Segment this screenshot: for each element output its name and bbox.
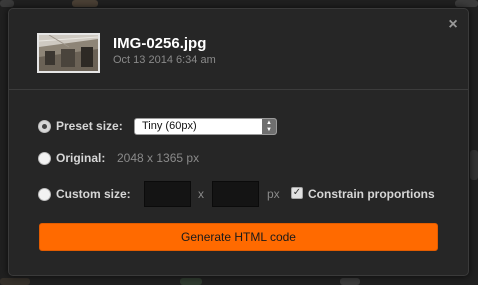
custom-size-label: Custom size: (56, 187, 131, 201)
background-thumbnail (340, 278, 360, 285)
file-name: IMG-0256.jpg (113, 35, 207, 52)
file-date: Oct 13 2014 6:34 am (113, 54, 216, 66)
dimension-separator: x (198, 187, 204, 201)
custom-width-input[interactable] (144, 181, 191, 207)
preset-size-value: Tiny (60px) (142, 120, 197, 132)
constrain-proportions-checkbox[interactable]: ✓ (291, 187, 303, 199)
background-thumbnail (0, 0, 14, 7)
background-thumbnail (180, 278, 202, 285)
background-thumbnail (470, 150, 478, 180)
preset-size-select[interactable]: Tiny (60px) ▲ ▼ (134, 118, 277, 135)
custom-height-input[interactable] (212, 181, 259, 207)
custom-size-radio[interactable] (38, 188, 51, 201)
header-divider (9, 89, 468, 90)
original-size-label: Original: (56, 151, 106, 165)
unit-label: px (267, 187, 280, 201)
photo-thumbnail-image (39, 35, 98, 71)
preset-size-label: Preset size: (56, 119, 123, 133)
generate-html-button[interactable]: Generate HTML code (39, 223, 438, 251)
select-arrows-icon: ▲ ▼ (262, 119, 276, 134)
constrain-proportions-label: Constrain proportions (308, 187, 435, 201)
original-size-radio[interactable] (38, 152, 51, 165)
preset-size-radio[interactable] (38, 120, 51, 133)
background-thumbnail (455, 0, 478, 7)
image-thumbnail (37, 33, 100, 73)
close-icon[interactable]: × (446, 17, 460, 33)
embed-image-dialog: × IMG-0256.jpg Oct 13 2014 6:34 am Prese… (8, 8, 469, 276)
original-dimensions: 2048 x 1365 px (117, 151, 200, 165)
background-thumbnail (72, 0, 98, 7)
background-thumbnail (0, 278, 30, 285)
